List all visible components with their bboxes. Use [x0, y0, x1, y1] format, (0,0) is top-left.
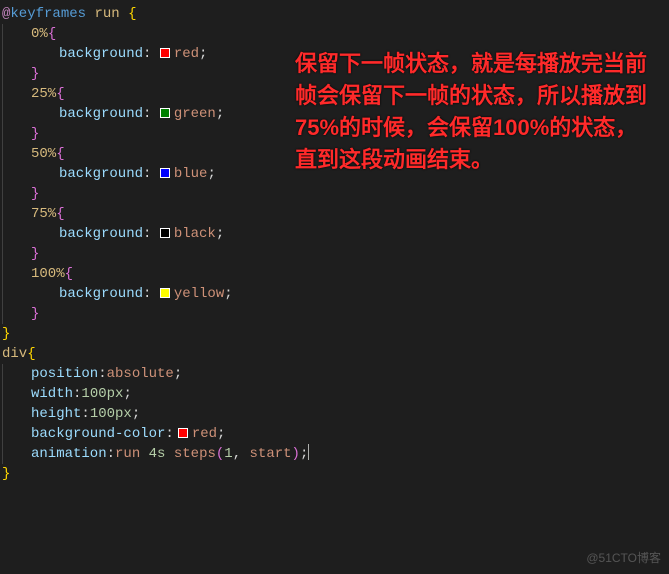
prop-height: height: [31, 406, 81, 422]
val-start: start: [250, 446, 292, 462]
brace-close: }: [31, 186, 39, 202]
paren-close: ): [292, 446, 300, 462]
code-line: @keyframes run {: [2, 4, 667, 24]
brace-close: }: [31, 66, 39, 82]
code-line: width:100px;: [2, 384, 667, 404]
code-line: }: [2, 244, 667, 264]
code-line: 75%{: [2, 204, 667, 224]
anim-name: run: [94, 6, 119, 22]
code-line: background: green;: [2, 104, 667, 124]
kf-100: 100%: [31, 266, 65, 282]
code-line: background: red;: [2, 44, 667, 64]
swatch-red: [160, 48, 170, 58]
val-100px: 100px: [90, 406, 132, 422]
val-run: run: [115, 446, 140, 462]
val-1: 1: [224, 446, 232, 462]
code-line: 100%{: [2, 264, 667, 284]
val-100px: 100px: [81, 386, 123, 402]
code-line: }: [2, 464, 667, 484]
code-line: }: [2, 64, 667, 84]
code-line: }: [2, 124, 667, 144]
code-line: div{: [2, 344, 667, 364]
brace-open: {: [56, 206, 64, 222]
val-absolute: absolute: [107, 366, 174, 382]
text-cursor: [308, 444, 309, 460]
prop-background: background: [59, 286, 143, 302]
prop-width: width: [31, 386, 73, 402]
watermark: @51CTO博客: [586, 548, 661, 568]
kf-0: 0%: [31, 26, 48, 42]
brace-close: }: [31, 246, 39, 262]
code-line: }: [2, 324, 667, 344]
swatch-green: [160, 108, 170, 118]
brace-open: {: [128, 6, 136, 22]
code-line: }: [2, 304, 667, 324]
code-line: }: [2, 184, 667, 204]
brace-open: {: [48, 26, 56, 42]
code-line: height:100px;: [2, 404, 667, 424]
brace-close: }: [2, 326, 10, 342]
kf-75: 75%: [31, 206, 56, 222]
code-line: animation:run 4s steps(1, start);: [2, 444, 667, 464]
prop-background: background: [59, 46, 143, 62]
code-line: 50%{: [2, 144, 667, 164]
prop-background: background: [59, 106, 143, 122]
brace-open: {: [56, 86, 64, 102]
kf-50: 50%: [31, 146, 56, 162]
brace-open: {: [56, 146, 64, 162]
swatch-yellow: [160, 288, 170, 298]
code-line: background: yellow;: [2, 284, 667, 304]
prop-position: position: [31, 366, 98, 382]
code-editor: @keyframes run { 0%{ background: red; } …: [0, 0, 669, 488]
prop-animation: animation: [31, 446, 107, 462]
prop-background: background: [59, 166, 143, 182]
code-line: 0%{: [2, 24, 667, 44]
selector-div: div: [2, 346, 27, 362]
code-line: 25%{: [2, 84, 667, 104]
swatch-black: [160, 228, 170, 238]
swatch-blue: [160, 168, 170, 178]
brace-open: {: [27, 346, 35, 362]
fn-steps: steps: [174, 446, 216, 462]
prop-bgcolor: background-color: [31, 426, 165, 442]
code-line: background: blue;: [2, 164, 667, 184]
kw-keyframes: keyframes: [10, 6, 86, 22]
val-red: red: [174, 46, 199, 62]
val-yellow: yellow: [174, 286, 224, 302]
brace-close: }: [31, 306, 39, 322]
code-line: position:absolute;: [2, 364, 667, 384]
prop-background: background: [59, 226, 143, 242]
brace-close: }: [31, 126, 39, 142]
code-line: background-color:red;: [2, 424, 667, 444]
val-black: black: [174, 226, 216, 242]
val-red: red: [192, 426, 217, 442]
val-4s: 4s: [149, 446, 166, 462]
swatch-red: [178, 428, 188, 438]
val-green: green: [174, 106, 216, 122]
brace-close: }: [2, 466, 10, 482]
brace-open: {: [65, 266, 73, 282]
kf-25: 25%: [31, 86, 56, 102]
code-line: background: black;: [2, 224, 667, 244]
val-blue: blue: [174, 166, 208, 182]
